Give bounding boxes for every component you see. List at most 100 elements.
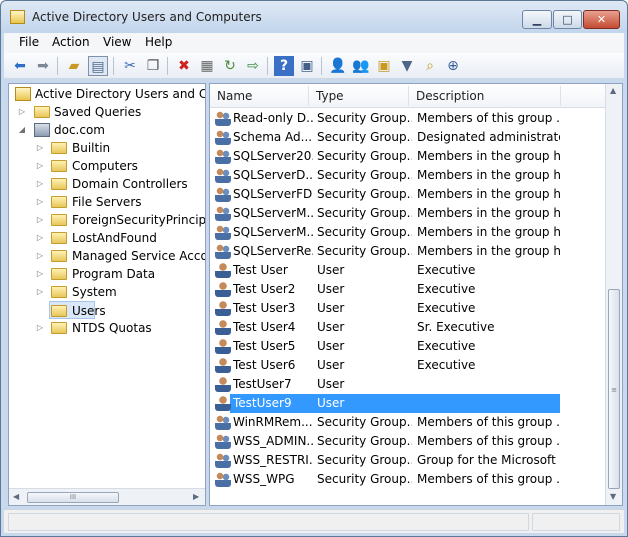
menu-bar: File Action View Help [4,33,624,53]
expand-arrow-icon[interactable]: ▷ [35,157,45,175]
new-user-icon[interactable]: 👤 [328,56,348,76]
expand-arrow-icon[interactable]: ▷ [35,265,45,283]
properties-icon[interactable]: ▦ [197,56,217,76]
aduc-app-icon [10,10,25,24]
menu-action[interactable]: Action [52,35,90,49]
table-row[interactable]: Test User4 User Sr. Executive [210,318,606,337]
cell-type: Security Group... [317,206,412,220]
folder-icon [51,305,67,317]
cell-name: WSS_WPG [233,472,295,486]
export-list-icon[interactable]: ⇨ [243,56,263,76]
security-group-icon [215,415,231,430]
forward-arrow-icon[interactable]: ➡ [33,56,53,76]
table-row[interactable]: TestUser7 User [210,375,606,394]
title-bar[interactable]: Active Directory Users and Computers ▁ □… [1,1,627,33]
help-icon[interactable]: ? [274,56,294,76]
cell-type: User [317,358,345,372]
toolbar-separator [267,57,268,75]
toolbar-separator [113,57,114,75]
table-row[interactable]: Test User5 User Executive [210,337,606,356]
up-folder-icon[interactable]: ▰ [64,56,84,76]
back-arrow-icon[interactable]: ⬅ [10,56,30,76]
table-row[interactable]: SQLServerFD... Security Group... Members i… [210,185,606,204]
table-row[interactable]: WSS_RESTRI... Security Group... Group for … [210,451,606,470]
cell-name: Schema Ad... [233,130,313,144]
table-row[interactable]: Read-only D... Security Group... Members o… [210,109,606,128]
maximize-button[interactable]: □ [553,10,582,29]
expand-arrow-icon[interactable]: ▷ [35,139,45,157]
table-row[interactable]: TestUser9 User [210,394,606,413]
column-header-name[interactable]: Name [217,89,252,103]
show-action-pane-icon[interactable]: ▣ [297,56,317,76]
tree-horizontal-scrollbar[interactable]: ◀ III ▶ [9,488,205,505]
scroll-up-icon[interactable]: ▲ [610,86,616,95]
expand-arrow-icon[interactable]: ▷ [35,193,45,211]
table-row[interactable]: WinRMRem... Security Group... Members of t… [210,413,606,432]
cell-description: Executive [417,263,476,277]
refresh-icon[interactable]: ↻ [220,56,240,76]
close-button[interactable]: ✕ [583,10,620,29]
column-divider[interactable] [308,86,309,106]
column-header-type[interactable]: Type [316,89,344,103]
user-icon [215,396,231,411]
new-ou-icon[interactable]: ▣ [374,56,394,76]
scroll-thumb[interactable]: III [27,492,119,503]
find-icon[interactable]: ⌕ [420,56,440,76]
cell-type: User [317,396,345,410]
expand-arrow-icon[interactable]: ▷ [35,319,45,337]
tree-item-users[interactable]: Users [49,301,106,319]
aduc-icon [15,87,31,101]
table-row[interactable]: SQLServerM... Security Group... Members in… [210,204,606,223]
table-row[interactable]: Schema Ad... Security Group... Designated … [210,128,606,147]
scroll-down-icon[interactable]: ▼ [610,492,616,501]
new-group-icon[interactable]: 👥 [351,56,371,76]
user-icon [215,301,231,316]
security-group-icon [215,187,231,202]
menu-help[interactable]: Help [145,35,172,49]
security-group-icon [215,149,231,164]
expand-arrow-icon[interactable]: ▷ [35,175,45,193]
table-row[interactable]: WSS_ADMIN... Security Group... Members of … [210,432,606,451]
scroll-right-icon[interactable]: ▶ [193,492,199,501]
table-row[interactable]: SQLServerD... Security Group... Members in… [210,166,606,185]
table-row[interactable]: SQLServerM... Security Group... Members in… [210,223,606,242]
table-row[interactable]: SQLServerRe... Security Group... Members i… [210,242,606,261]
table-row[interactable]: Test User3 User Executive [210,299,606,318]
cell-description: Members of this group ... [417,415,560,429]
cut-icon[interactable]: ✂ [120,56,140,76]
expand-arrow-icon[interactable]: ▷ [35,247,45,265]
table-row[interactable]: Test User User Executive [210,261,606,280]
column-divider[interactable] [408,86,409,106]
delete-icon[interactable]: ✖ [174,56,194,76]
table-row[interactable]: WSS_WPG Security Group... Members of this … [210,470,606,489]
minimize-button[interactable]: ▁ [522,10,552,29]
expand-arrow-icon[interactable]: ▷ [35,211,45,229]
filter-icon[interactable]: ▼ [397,56,417,76]
table-row[interactable]: Test User6 User Executive [210,356,606,375]
details-list: Name Type Description Read-only D... Secu… [209,83,623,506]
scroll-thumb[interactable]: ≡ [608,289,620,489]
security-group-icon [215,434,231,449]
table-row[interactable]: SQLServer20... Security Group... Members i… [210,147,606,166]
collapse-arrow-icon[interactable]: ◢ [17,121,27,139]
menu-view[interactable]: View [103,35,131,49]
copy-icon[interactable]: ❐ [143,56,163,76]
expand-arrow-icon[interactable]: ▷ [35,283,45,301]
column-divider[interactable] [560,86,561,106]
menu-file[interactable]: File [19,35,39,49]
expand-arrow-icon[interactable]: ▷ [35,229,45,247]
cell-description: Members in the group h... [417,244,560,258]
cell-name: Test User3 [233,301,296,315]
show-console-tree-icon[interactable]: ▤ [88,56,108,76]
table-row[interactable]: Test User2 User Executive [210,280,606,299]
toolbar: ⬅ ➡ ▰ ▤ ✂ ❐ ✖ ▦ ↻ ⇨ ? ▣ 👤 👥 ▣ ▼ ⌕ ⊕ [4,53,624,79]
status-cell-secondary [532,513,620,531]
add-to-group-icon[interactable]: ⊕ [443,56,463,76]
expand-arrow-icon[interactable]: ▷ [17,103,27,121]
folder-icon [34,106,50,118]
cell-type: Security Group... [317,453,412,467]
list-vertical-scrollbar[interactable]: ▲ ≡ ▼ [605,84,622,505]
cell-type: Security Group... [317,434,412,448]
scroll-left-icon[interactable]: ◀ [13,492,19,501]
column-header-description[interactable]: Description [416,89,484,103]
